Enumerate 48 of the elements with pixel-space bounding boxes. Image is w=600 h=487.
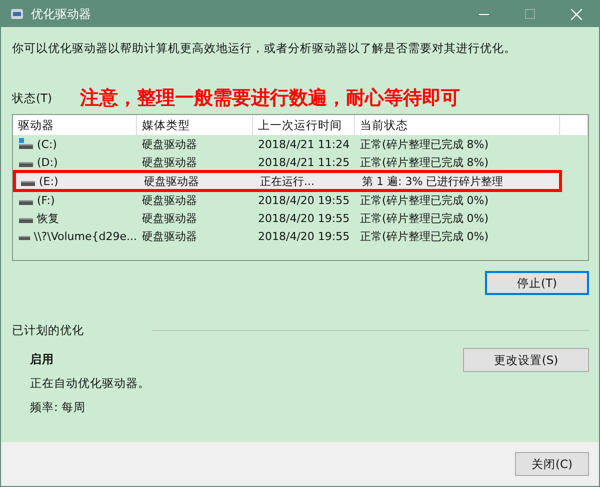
annotation-text: 注意，整理一般需要进行数遍，耐心等待即可 — [80, 86, 460, 111]
window-title: 优化驱动器 — [31, 6, 92, 22]
last-run-cell-text: 2018/4/21 11:24 — [257, 138, 351, 150]
media-cell-text: 硬盘驱动器 — [141, 154, 198, 170]
drive-row[interactable]: (F:) 硬盘驱动器 2018/4/20 19:55 正常(碎片整理已完成 0%) — [13, 191, 560, 209]
media-cell-text: 硬盘驱动器 — [141, 192, 198, 208]
last-run-cell-text: 正在运行... — [259, 174, 316, 188]
status-label: 状态(T) — [12, 90, 53, 106]
column-header[interactable]: 媒体类型 — [137, 115, 253, 135]
last-run-cell-text: 2018/4/21 11:25 — [257, 156, 351, 168]
drive-row[interactable]: (C:) 硬盘驱动器 2018/4/21 11:24 正常(碎片整理已完成 8%) — [13, 135, 560, 153]
close-icon[interactable] — [570, 8, 582, 20]
frequency-text: 频率: 每周 — [30, 400, 87, 415]
column-header[interactable]: 驱动器 — [13, 115, 137, 135]
schedule-state: 启用 — [30, 352, 55, 367]
system-drive-icon — [18, 138, 34, 150]
drive-cell: (E:) — [15, 174, 139, 188]
drive-row[interactable]: \\?\Volume{d29e... 硬盘驱动器 2018/4/20 19:55 正常(碎片整理已完成 0%) — [13, 227, 560, 245]
description-text: 你可以优化驱动器以帮助计算机更高效地运行，或者分析驱动器以了解是否需要对其进行优化。 — [12, 41, 517, 56]
media-cell-text: 硬盘驱动器 — [143, 174, 200, 188]
drive-cell: (C:) — [13, 138, 137, 150]
schedule-note: 正在自动优化驱动器。 — [30, 376, 150, 391]
stop-button[interactable]: 停止(T) — [485, 271, 589, 295]
last-run-cell-text: 2018/4/20 19:55 — [257, 194, 351, 206]
section-heading: 已计划的优化 — [12, 323, 84, 338]
drive-row[interactable]: (E:) 硬盘驱动器 正在运行... 第 1 遍: 3% 已进行碎片整理 — [15, 172, 560, 190]
drive-cell: \\?\Volume{d29e... — [13, 230, 137, 242]
status-cell-text: 第 1 遍: 3% 已进行碎片整理 — [361, 174, 504, 188]
status-cell-text: 正常(碎片整理已完成 8%) — [359, 136, 490, 152]
drive-cell: (F:) — [13, 194, 137, 206]
status-cell-text: 正常(碎片整理已完成 0%) — [359, 228, 490, 244]
media-cell-text: 硬盘驱动器 — [141, 210, 198, 226]
column-header[interactable]: 上一次运行时间 — [253, 115, 355, 135]
app-icon — [9, 6, 25, 22]
status-cell-text: 正常(碎片整理已完成 8%) — [359, 154, 490, 170]
last-run-cell-text: 2018/4/20 19:55 — [257, 230, 351, 242]
close-dialog-button[interactable]: 关闭(C) — [515, 452, 589, 476]
status-cell-text: 正常(碎片整理已完成 0%) — [359, 210, 490, 226]
media-cell-text: 硬盘驱动器 — [141, 136, 198, 152]
media-cell-text: 硬盘驱动器 — [141, 228, 198, 244]
status-cell-text: 正常(碎片整理已完成 0%) — [359, 192, 490, 208]
column-header[interactable]: 当前状态 — [355, 115, 560, 135]
change-settings-button[interactable]: 更改设置(S) — [463, 348, 589, 372]
drive-cell: (D:) — [13, 156, 137, 168]
drive-row[interactable]: (D:) 硬盘驱动器 2018/4/21 11:25 正常(碎片整理已完成 8%) — [13, 153, 560, 171]
drive-cell: 恢复 — [13, 210, 137, 226]
last-run-cell-text: 2018/4/20 19:55 — [257, 212, 351, 224]
drive-row[interactable]: 恢复 硬盘驱动器 2018/4/20 19:55 正常(碎片整理已完成 0%) — [13, 209, 560, 227]
